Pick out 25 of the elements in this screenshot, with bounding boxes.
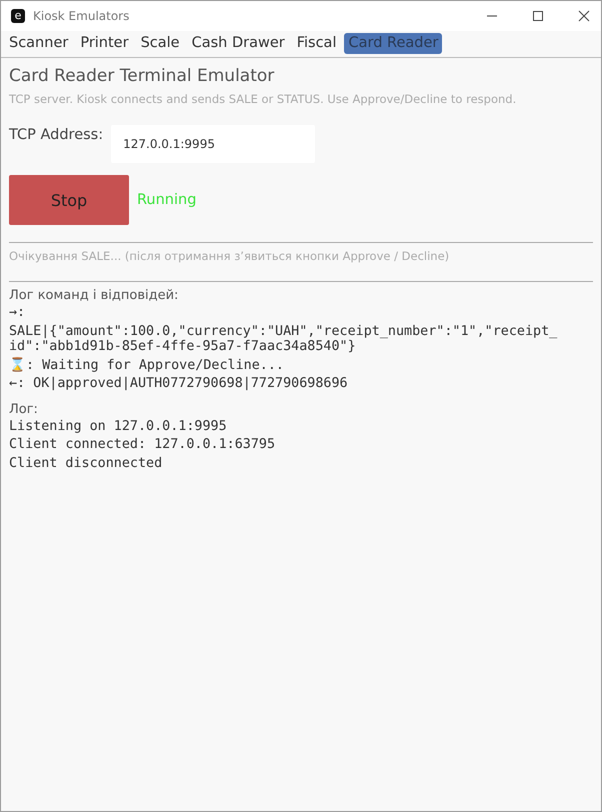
address-label: TCP Address: bbox=[9, 127, 104, 143]
address-field[interactable]: 127.0.0.1:9995 bbox=[111, 125, 316, 163]
tab[interactable]: Scanner bbox=[5, 33, 72, 54]
description-text: TCP server. Kiosk connects and sends SALE or STATUS. Use Approve/Decline to respond. bbox=[9, 92, 518, 106]
tab[interactable]: Fiscal bbox=[292, 33, 340, 54]
close-icon[interactable] bbox=[577, 9, 591, 23]
log-line: Client disconnected bbox=[9, 456, 164, 471]
log-line: ⌛: Waiting for Approve/Decline... bbox=[9, 358, 285, 373]
log-line: ←: OK|approved|AUTH0772790698|772790698696 bbox=[9, 376, 349, 392]
tab[interactable]: Scale bbox=[136, 33, 184, 54]
stop-button[interactable]: Stop bbox=[9, 175, 129, 225]
log-line: Client connected: 127.0.0.1:63795 bbox=[9, 437, 276, 452]
window-title: Kiosk Emulators bbox=[33, 9, 130, 23]
maximize-icon[interactable] bbox=[531, 9, 545, 23]
log-line: SALE|{"amount":100.0,"currency":"UAH","receipt_number":"1","receipt_id":"abb1d91b-85ef-4ffe-95a7-f7aac34a8540"} bbox=[9, 324, 558, 354]
log-line: →: bbox=[9, 305, 26, 320]
log-line: Listening on 127.0.0.1:9995 bbox=[9, 418, 228, 434]
status-text: Running bbox=[137, 192, 196, 208]
tab[interactable]: Cash Drawer bbox=[188, 33, 289, 54]
log-label: Лог: bbox=[9, 402, 39, 416]
tab[interactable]: Printer bbox=[76, 33, 133, 54]
app-icon: e bbox=[11, 9, 25, 23]
command-log-label: Лог команд і відповідей: bbox=[9, 288, 180, 303]
panel-heading: Card Reader Terminal Emulator bbox=[9, 66, 276, 86]
waiting-hint: Очікування SALE... (після отримання зʼявиться кнопки Approve / Decline) bbox=[9, 249, 450, 263]
